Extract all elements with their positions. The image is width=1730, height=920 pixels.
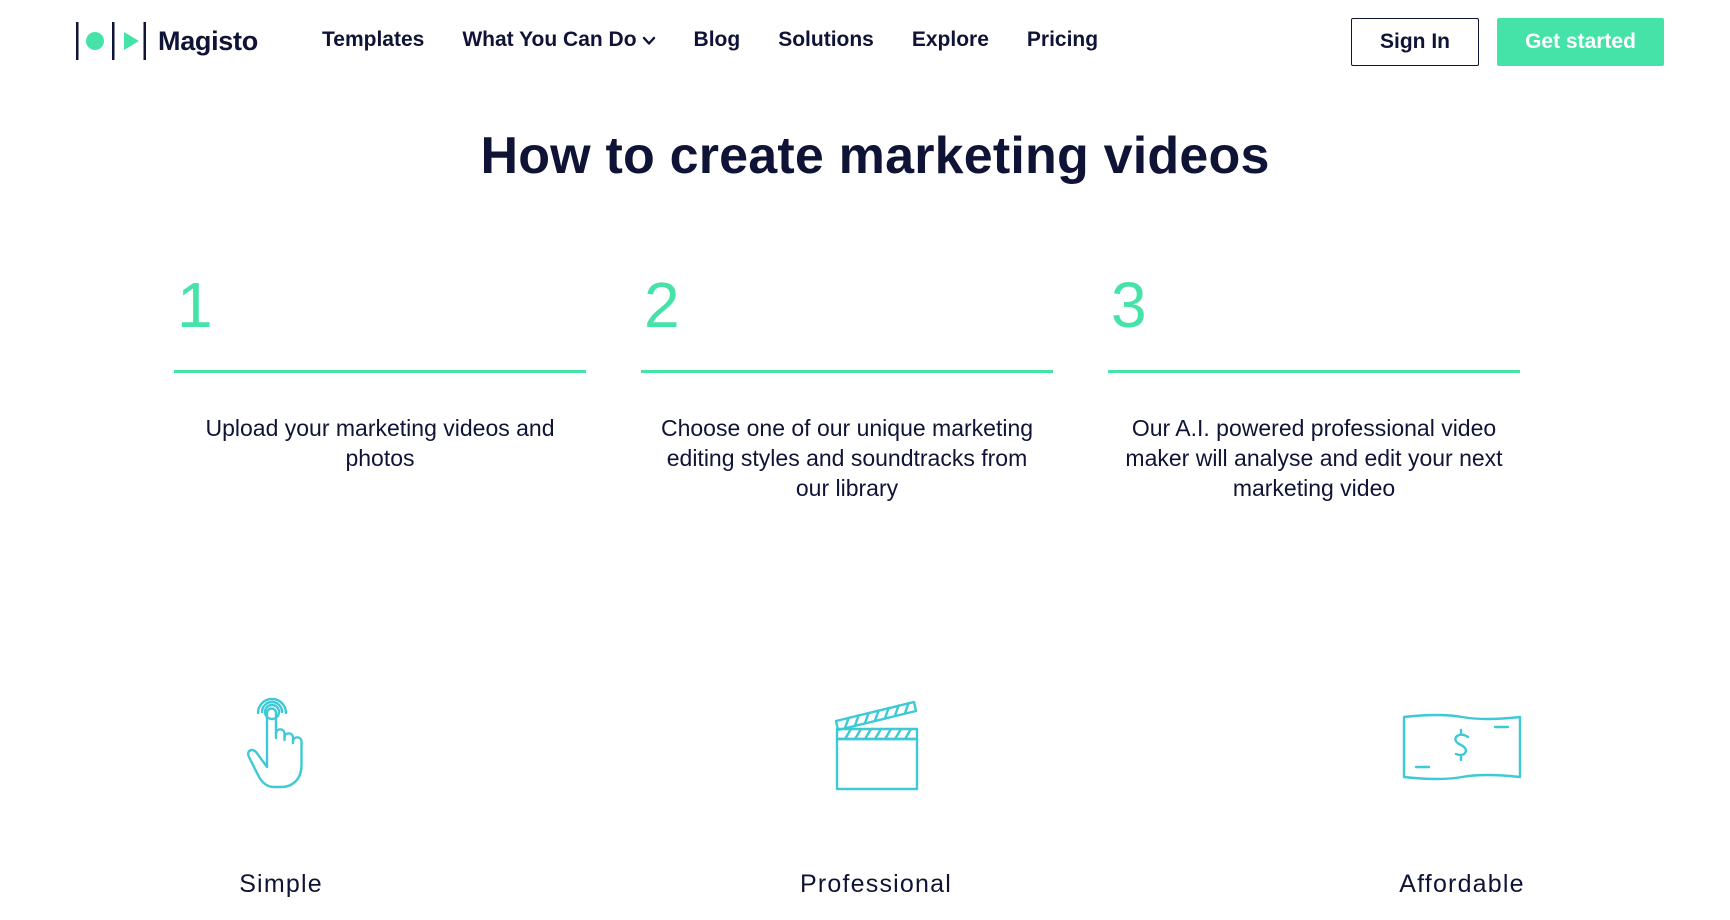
nav-pricing[interactable]: Pricing xyxy=(1027,28,1098,52)
step-number: 2 xyxy=(644,269,680,341)
banknote-icon xyxy=(1312,695,1612,805)
sign-in-button[interactable]: Sign In xyxy=(1351,18,1479,66)
nav-solutions[interactable]: Solutions xyxy=(778,28,874,52)
page: Magisto Templates What You Can Do Blog S… xyxy=(0,0,1730,920)
step-description: Upload your marketing videos and photos xyxy=(205,415,555,471)
step-description: Choose one of our unique marketing editi… xyxy=(660,415,1034,501)
page-title: How to create marketing videos xyxy=(480,127,1270,185)
step-divider xyxy=(174,370,586,373)
brand-name: Magisto xyxy=(158,25,258,56)
step-2: 2 Choose one of our unique marketing edi… xyxy=(641,268,1053,503)
feature-affordable: Affordable xyxy=(1312,695,1612,899)
nav-blog-label: Blog xyxy=(693,28,741,51)
step-number: 3 xyxy=(1111,269,1147,341)
feature-label: Affordable xyxy=(1399,870,1525,898)
clapperboard-icon xyxy=(726,695,1026,805)
nav-explore[interactable]: Explore xyxy=(912,28,989,52)
magisto-logo[interactable]: Magisto xyxy=(76,20,258,62)
feature-label: Simple xyxy=(239,870,323,898)
site-header: Magisto Templates What You Can Do Blog S… xyxy=(0,0,1730,90)
feature-professional: Professional xyxy=(726,695,1026,899)
nav-what-you-can-do-label: What You Can Do xyxy=(462,28,637,51)
nav-what-you-can-do[interactable]: What You Can Do xyxy=(462,28,655,52)
nav-blog[interactable]: Blog xyxy=(694,28,741,52)
feature-label: Professional xyxy=(800,870,952,898)
step-1: 1 Upload your marketing videos and photo… xyxy=(174,268,586,473)
chevron-down-icon xyxy=(642,28,656,52)
nav-explore-label: Explore xyxy=(911,28,989,51)
step-3: 3 Our A.I. powered professional video ma… xyxy=(1108,268,1520,503)
step-divider xyxy=(1108,370,1520,373)
feature-simple: Simple xyxy=(131,695,431,899)
hand-tap-icon xyxy=(131,695,431,805)
nav-solutions-label: Solutions xyxy=(778,28,874,51)
main-nav: Templates What You Can Do Blog Solutions… xyxy=(322,28,1136,52)
step-description: Our A.I. powered professional video make… xyxy=(1125,415,1503,501)
nav-templates-label: Templates xyxy=(322,28,425,51)
nav-templates[interactable]: Templates xyxy=(322,28,424,52)
nav-pricing-label: Pricing xyxy=(1026,28,1099,51)
step-divider xyxy=(641,370,1053,373)
get-started-button[interactable]: Get started xyxy=(1497,18,1664,66)
step-number: 1 xyxy=(177,269,213,341)
magisto-logo-icon xyxy=(76,22,146,60)
